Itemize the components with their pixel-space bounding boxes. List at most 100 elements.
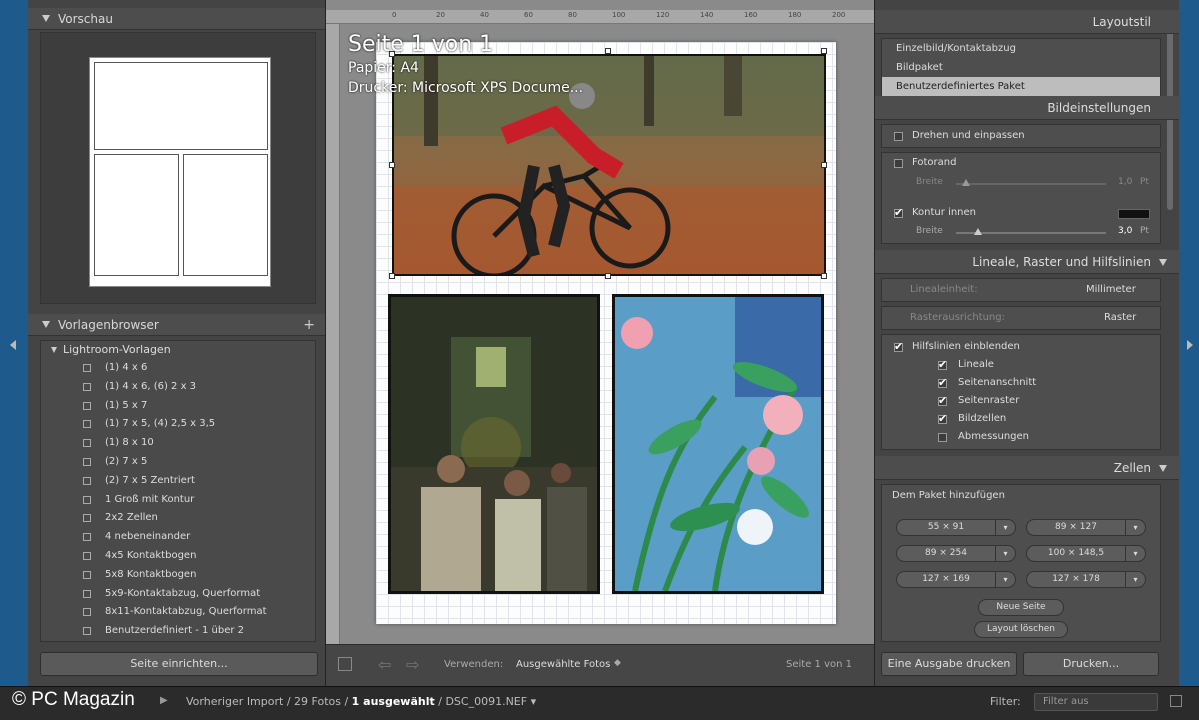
right-window-edge	[1179, 0, 1199, 686]
template-icon	[83, 627, 91, 636]
stroke-color-swatch[interactable]	[1118, 209, 1150, 219]
page-setup-button[interactable]: Seite einrichten...	[40, 652, 318, 676]
guide-checkbox[interactable]	[938, 376, 947, 389]
cells-header[interactable]: Zellen	[875, 456, 1179, 480]
paper-label: Papier: A4	[348, 60, 419, 76]
template-icon	[83, 439, 91, 448]
template-browser-title: Vorlagenbrowser	[58, 318, 159, 332]
template-item[interactable]: (1) 7 x 5, (4) 2,5 x 3,5	[41, 415, 315, 434]
template-item[interactable]: (1) 4 x 6, (6) 2 x 3	[41, 378, 315, 397]
template-item[interactable]: Benutzerdefiniert - 1 über 2	[41, 622, 315, 641]
cell-size-button[interactable]: 127 × 169 ▾	[896, 571, 1016, 588]
inner-stroke-value[interactable]: 3,0	[1118, 226, 1132, 236]
template-item[interactable]: (2) 7 x 5	[41, 453, 315, 472]
add-to-package-label: Dem Paket hinzufügen	[892, 490, 1005, 501]
ruler-unit-select[interactable]: Millimeter	[1086, 284, 1136, 295]
new-page-button[interactable]: Neue Seite	[978, 599, 1064, 616]
template-item[interactable]: (1) 5 x 7	[41, 397, 315, 416]
template-item[interactable]: 5x9-Kontaktabzug, Querformat	[41, 585, 315, 604]
template-browser-header[interactable]: Vorlagenbrowser +	[28, 314, 325, 336]
cell-size-button[interactable]: 100 × 148,5 ▾	[1026, 545, 1146, 562]
filter-select[interactable]: Filter aus	[1034, 693, 1158, 711]
show-guides-checkbox[interactable]	[894, 340, 903, 353]
photo-border-value[interactable]: 1,0	[1118, 177, 1132, 187]
show-guides-label: Hilfslinien einblenden	[912, 341, 1020, 352]
selection-handle[interactable]	[389, 273, 395, 279]
inner-stroke-slider-thumb[interactable]	[974, 228, 982, 235]
selection-handle[interactable]	[389, 162, 395, 168]
guide-checkbox[interactable]	[938, 412, 947, 425]
photo-cell-flowers[interactable]	[612, 294, 824, 594]
preview-panel-header[interactable]: Vorschau	[28, 8, 325, 30]
selection-handle[interactable]	[821, 273, 827, 279]
template-item[interactable]: 4x5 Kontaktbogen	[41, 547, 315, 566]
template-icon	[83, 457, 91, 466]
use-label: Verwenden:	[444, 659, 504, 670]
add-template-icon[interactable]: +	[303, 317, 315, 333]
layout-style-option[interactable]: Bildpaket	[882, 58, 1160, 77]
next-page-icon[interactable]: ⇨	[406, 655, 419, 674]
filter-lock-icon[interactable]	[1170, 695, 1182, 707]
template-item[interactable]: 2x2 Zellen	[41, 509, 315, 528]
image-settings-title: Bildeinstellungen	[1047, 101, 1151, 115]
print-button[interactable]: Drucken...	[1023, 652, 1159, 676]
layout-style-option[interactable]: Benutzerdefiniertes Paket	[882, 77, 1160, 96]
cell-size-dropdown-icon[interactable]: ▾	[1125, 546, 1145, 561]
guide-checkbox[interactable]	[938, 394, 947, 407]
photo-border-checkbox[interactable]	[894, 159, 903, 168]
template-item[interactable]: (1) 8 x 10	[41, 434, 315, 453]
view-toggle-icon[interactable]	[338, 657, 352, 671]
use-select[interactable]: Ausgewählte Fotos	[516, 659, 610, 670]
selection-handle[interactable]	[821, 48, 827, 54]
rotate-fit-checkbox[interactable]	[894, 132, 903, 141]
template-item[interactable]: 8x11-Kontaktabzug, Querformat	[41, 603, 315, 622]
selection-handle[interactable]	[605, 48, 611, 54]
layout-style-title: Layoutstil	[1092, 15, 1151, 29]
inner-stroke-checkbox[interactable]	[894, 206, 903, 219]
filmstrip-arrow-icon[interactable]: ▶	[160, 695, 168, 706]
breadcrumb-count: 29 Fotos	[294, 695, 341, 708]
collapse-right-arrow-icon[interactable]	[1187, 340, 1193, 350]
crowd-photo	[391, 297, 597, 591]
photo-cell-crowd[interactable]	[388, 294, 600, 594]
cell-size-dropdown-icon[interactable]: ▾	[1125, 572, 1145, 587]
cell-size-dropdown-icon[interactable]: ▾	[995, 572, 1015, 587]
selection-handle[interactable]	[821, 162, 827, 168]
template-icon	[83, 514, 91, 523]
clear-layout-button[interactable]: Layout löschen	[974, 621, 1068, 638]
cell-size-button[interactable]: 89 × 127 ▾	[1026, 519, 1146, 536]
layout-style-option[interactable]: Einzelbild/Kontaktabzug	[882, 39, 1160, 58]
breadcrumb-source[interactable]: Vorheriger Import	[186, 695, 283, 708]
guide-label: Abmessungen	[958, 431, 1030, 442]
cell-size-dropdown-icon[interactable]: ▾	[995, 520, 1015, 535]
template-folder[interactable]: Lightroom-Vorlagen	[41, 341, 315, 359]
template-item[interactable]: 5x8 Kontaktbogen	[41, 566, 315, 585]
template-item[interactable]: 1 Groß mit Kontur	[41, 491, 315, 510]
cell-size-button[interactable]: 55 × 91 ▾	[896, 519, 1016, 536]
ruler-tick-label: 0	[392, 11, 397, 19]
ruler-tick-label: 120	[656, 11, 670, 19]
disclosure-triangle-icon	[42, 15, 50, 22]
template-item[interactable]: (1) 4 x 6	[41, 359, 315, 378]
image-settings-header[interactable]: Bildeinstellungen	[875, 96, 1179, 120]
cell-size-dropdown-icon[interactable]: ▾	[1125, 520, 1145, 535]
grid-snap-select[interactable]: Raster	[1104, 312, 1136, 323]
rulers-grid-header[interactable]: Lineale, Raster und Hilfslinien	[875, 250, 1179, 274]
cell-size-button[interactable]: 127 × 178 ▾	[1026, 571, 1146, 588]
photo-border-slider[interactable]	[956, 183, 1106, 185]
template-item[interactable]: (2) 7 x 5 Zentriert	[41, 472, 315, 491]
preview-sheet	[89, 57, 271, 287]
selection-handle[interactable]	[605, 273, 611, 279]
layout-style-header[interactable]: Layoutstil	[875, 10, 1179, 34]
photo-border-slider-thumb[interactable]	[962, 179, 970, 186]
center-toolbar: ⇦ ⇨ Verwenden: Ausgewählte Fotos ◆ Seite…	[326, 644, 874, 686]
file-dropdown-icon[interactable]: ▾	[531, 695, 537, 708]
cell-size-dropdown-icon[interactable]: ▾	[995, 546, 1015, 561]
previous-page-icon[interactable]: ⇦	[378, 655, 391, 674]
cell-size-button[interactable]: 89 × 254 ▾	[896, 545, 1016, 562]
collapse-left-arrow-icon[interactable]	[10, 340, 16, 350]
guide-checkbox[interactable]	[938, 358, 947, 371]
print-one-button[interactable]: Eine Ausgabe drucken	[881, 652, 1017, 676]
template-item[interactable]: 4 nebeneinander	[41, 528, 315, 547]
guide-checkbox[interactable]	[938, 433, 947, 442]
